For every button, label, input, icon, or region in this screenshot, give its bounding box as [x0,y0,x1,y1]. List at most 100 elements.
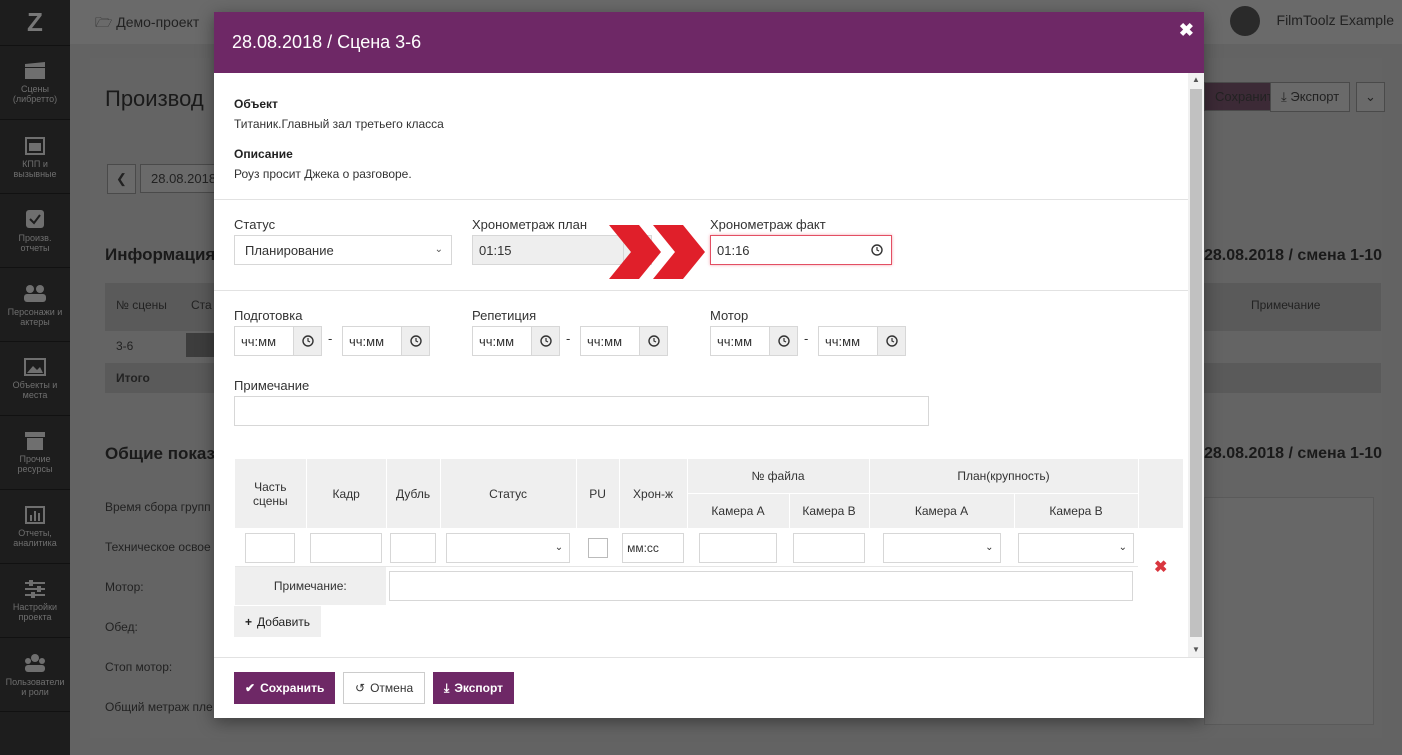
bg-col-note: Примечание [1251,298,1321,312]
project-name[interactable]: 🗁 Демо-проект [95,12,199,36]
info-shift: 28.08.2018 / смена 1-10 [1204,247,1383,264]
row-note-input[interactable] [389,570,1134,601]
stat-label: Стоп мотор: [105,660,173,674]
rehearsal-to-placeholder: чч:мм [587,333,623,349]
bg-side-box [1204,497,1374,725]
rehearsal-from-input[interactable]: чч:мм [472,326,560,356]
file-cam-a-input[interactable] [699,532,778,563]
close-icon[interactable]: ✖ [1179,20,1194,41]
col-plan-cam-b: Камера B [1013,493,1139,529]
bg-total-label: Итого [116,371,150,385]
timing-plan-value: 01:15 [473,236,623,264]
download-icon: ⤓ [444,680,450,695]
sidebar-item-analytics[interactable]: Отчеты, аналитика [0,490,70,564]
box-icon [25,431,45,450]
sidebar-item-users[interactable]: Пользователи и роли [0,638,70,712]
double-arrow-icon [609,225,705,279]
prep-to-input[interactable]: чч:мм [342,326,430,356]
timing-fact-value: 01:16 [717,242,750,258]
general-shift: 28.08.2018 / смена 1-10 [1204,445,1383,462]
take-input[interactable] [390,532,437,563]
plan-cam-b-select[interactable]: ⌄ [1018,532,1134,563]
page-title: Производ [105,86,204,111]
part-input[interactable] [245,532,296,563]
scroll-thumb[interactable] [1190,89,1202,637]
status-select[interactable]: Планирование ⌄ [234,235,452,265]
sidebar-item-label: Пользователи и роли [5,676,65,697]
sidebar-item-resources[interactable]: Прочие ресурсы [0,416,70,490]
clock-icon[interactable] [769,327,797,355]
sidebar-item-label: Объекты и места [12,379,58,400]
col-status: Статус [439,458,577,529]
image-icon [24,357,46,376]
sidebar-item-scenes[interactable]: Сцены (либретто) [0,46,70,120]
scene-modal: 28.08.2018 / Сцена 3-6 ✖ Объект Титаник.… [214,12,1204,718]
modal-scrollbar[interactable]: ▲ ▼ [1188,73,1204,657]
prep-from-input[interactable]: чч:мм [234,326,322,356]
frame-input[interactable] [310,532,383,563]
save-button[interactable]: ✔ Сохранить [234,672,336,704]
col-take: Дубль [385,458,441,529]
modal-footer: ✔ Сохранить ↺ Отмена ⤓ Экспорт [214,657,1204,718]
sidebar-item-characters[interactable]: Персонажи и актеры [0,268,70,342]
modal-header: 28.08.2018 / Сцена 3-6 ✖ [214,12,1204,73]
sidebar-item-objects[interactable]: Объекты и места [0,342,70,416]
export-button[interactable]: ⤓ Экспорт [433,672,514,704]
sidebar-item-kpp[interactable]: КПП и вызывные [0,120,70,194]
clock-icon[interactable] [877,327,905,355]
timing-plan-label: Хронометраж план [472,217,588,232]
clock-icon[interactable] [401,327,429,355]
motor-to-placeholder: чч:мм [825,333,861,349]
col-plan-cam-a: Камера А [868,493,1015,529]
sidebar-item-label: Персонажи и актеры [7,306,63,327]
timing-fact-input[interactable]: 01:16 [710,235,892,265]
delete-row-icon[interactable]: ✖ [1154,559,1167,576]
pu-checkbox[interactable] [587,537,608,558]
info-title: Информация [105,245,216,264]
motor-from-placeholder: чч:мм [717,333,753,349]
scroll-down-icon[interactable]: ▼ [1188,643,1204,657]
sidebar-item-reports[interactable]: Произв. отчеты [0,194,70,268]
rehearsal-from-placeholder: чч:мм [479,333,515,349]
clock-icon[interactable] [293,327,321,355]
check-icon: ✔ [245,681,256,695]
sliders-icon [25,579,45,598]
object-label: Объект [234,97,278,111]
user-name[interactable]: FilmToolz Example [1277,12,1394,28]
note-input[interactable] [234,396,929,426]
divider [214,290,1188,291]
sidebar-item-settings[interactable]: Настройки проекта [0,564,70,638]
avatar[interactable] [1230,6,1260,36]
table-row: ⌄ мм:сс ⌄ ⌄ ✖ [234,528,1184,605]
file-cam-b-input[interactable] [793,532,866,563]
users-icon [25,653,45,672]
modal-body: Объект Титаник.Главный зал третьего клас… [214,73,1188,657]
take-timing-input[interactable]: мм:сс [622,532,685,563]
col-actions [1137,458,1184,529]
bg-row-scene: 3-6 [116,339,134,353]
rehearsal-to-input[interactable]: чч:мм [580,326,668,356]
object-value: Титаник.Главный зал третьего класса [234,117,444,131]
chevron-down-icon: ⌄ [985,541,994,553]
col-frame: Кадр [305,458,387,529]
cancel-button[interactable]: ↺ Отмена [343,672,426,704]
col-pu: PU [575,458,620,529]
undo-icon: ↺ [355,681,366,695]
sidebar-item-label: Отчеты, аналитика [13,527,57,548]
take-status-select[interactable]: ⌄ [446,532,571,563]
range-dash: - [566,331,571,346]
clock-icon[interactable] [863,236,891,264]
prep-to-placeholder: чч:мм [349,333,385,349]
range-dash: - [328,331,333,346]
add-button[interactable]: + Добавить [234,606,322,637]
plan-cam-a-select[interactable]: ⌄ [882,532,1001,563]
prep-label: Подготовка [234,308,303,323]
note-label: Примечание [234,378,310,393]
scroll-up-icon[interactable]: ▲ [1188,73,1204,87]
clock-icon[interactable] [531,327,559,355]
range-dash: - [804,331,809,346]
motor-from-input[interactable]: чч:мм [710,326,798,356]
clock-icon[interactable] [639,327,667,355]
motor-to-input[interactable]: чч:мм [818,326,906,356]
app-logo[interactable]: Z [0,0,70,46]
